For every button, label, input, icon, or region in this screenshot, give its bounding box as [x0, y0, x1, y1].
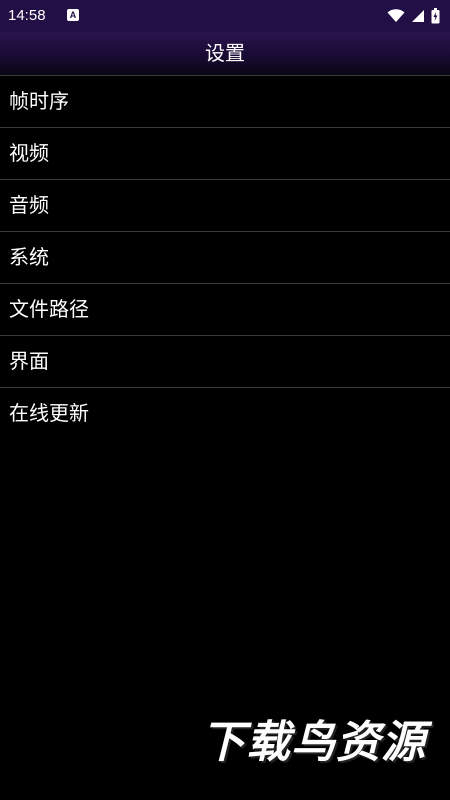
notification-icon: A [67, 9, 79, 21]
signal-icon [411, 9, 425, 23]
menu-item-audio[interactable]: 音频 [0, 180, 450, 232]
title-bar: 设置 [0, 32, 450, 75]
menu-item-interface[interactable]: 界面 [0, 336, 450, 388]
menu-item-system[interactable]: 系统 [0, 232, 450, 284]
battery-icon [431, 8, 440, 24]
wifi-icon [387, 9, 405, 23]
menu-item-video[interactable]: 视频 [0, 128, 450, 180]
page-title: 设置 [205, 41, 245, 65]
status-time: 14:58 [8, 7, 46, 24]
watermark-logo: 下载鸟资源 [201, 717, 426, 768]
settings-menu: 帧时序 视频 音频 系统 文件路径 界面 在线更新 [0, 75, 450, 439]
menu-item-frame-timing[interactable]: 帧时序 [0, 76, 450, 128]
menu-item-online-update[interactable]: 在线更新 [0, 388, 450, 439]
menu-item-file-paths[interactable]: 文件路径 [0, 284, 450, 336]
settings-screen: 14:58 A 设置 帧时序 视频 音频 系统 文件路径 界面 在线更新 下载鸟… [0, 0, 450, 800]
status-bar: 14:58 A [0, 0, 450, 32]
status-icons [387, 7, 440, 25]
